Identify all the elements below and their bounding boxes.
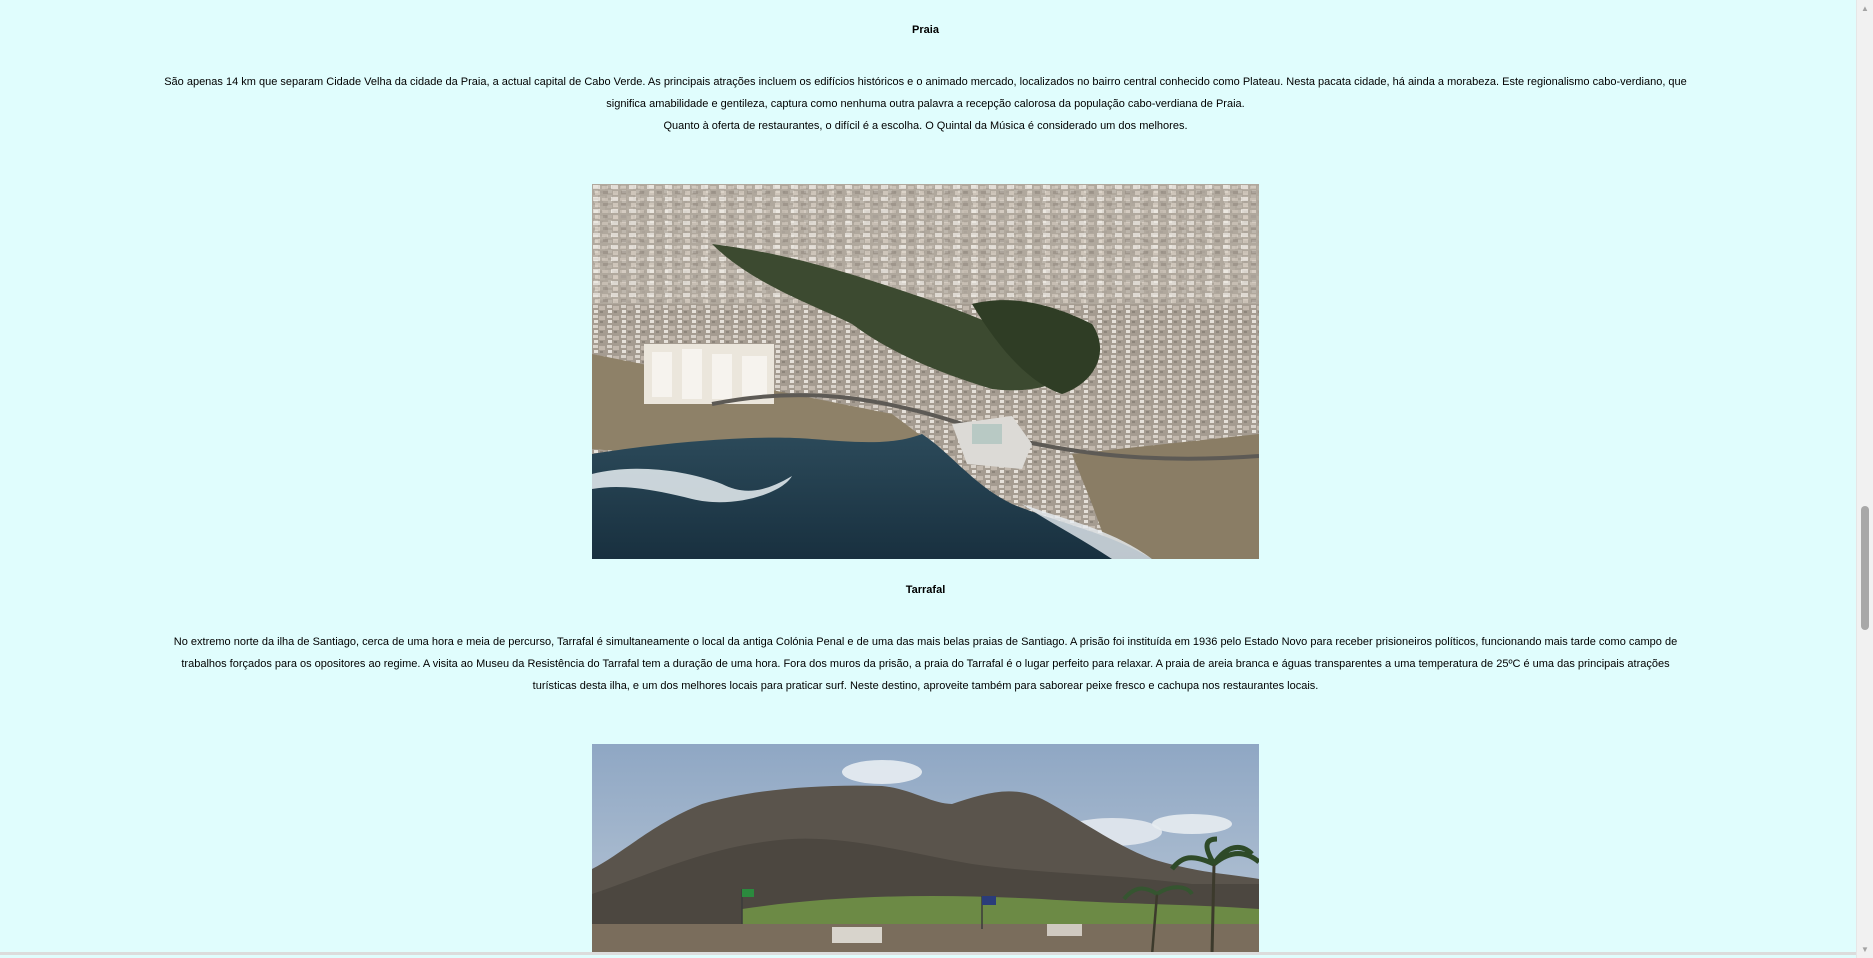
chevron-up-icon[interactable]: ▲ <box>1857 1 1873 15</box>
scrollbar-thumb[interactable] <box>1861 506 1869 630</box>
praia-aerial-photo <box>592 184 1259 559</box>
section-text-tarrafal: No extremo norte da ilha de Santiago, ce… <box>0 631 1851 697</box>
section-title-tarrafal: Tarrafal <box>905 584 946 596</box>
text-line: turísticas desta ilha, e um dos melhores… <box>532 680 1319 692</box>
vertical-scrollbar[interactable]: ▲ ▼ <box>1856 0 1873 958</box>
text-line: No extremo norte da ilha de Santiago, ce… <box>173 636 1678 648</box>
section-text-praia: São apenas 14 km que separam Cidade Velh… <box>0 71 1851 137</box>
tarrafal-mountain-photo <box>592 744 1259 955</box>
text-line: significa amabilidade e gentileza, captu… <box>606 98 1245 110</box>
chevron-down-icon[interactable]: ▼ <box>1857 942 1873 956</box>
page-content: Praia São apenas 14 km que separam Cidad… <box>0 0 1857 955</box>
section-title-praia: Praia <box>912 24 939 36</box>
horizontal-scrollbar-track <box>0 952 1857 955</box>
text-line: trabalhos forçados para os opositores ao… <box>181 658 1670 670</box>
text-line: São apenas 14 km que separam Cidade Velh… <box>164 76 1687 88</box>
text-line: Quanto à oferta de restaurantes, o difíc… <box>663 120 1188 132</box>
